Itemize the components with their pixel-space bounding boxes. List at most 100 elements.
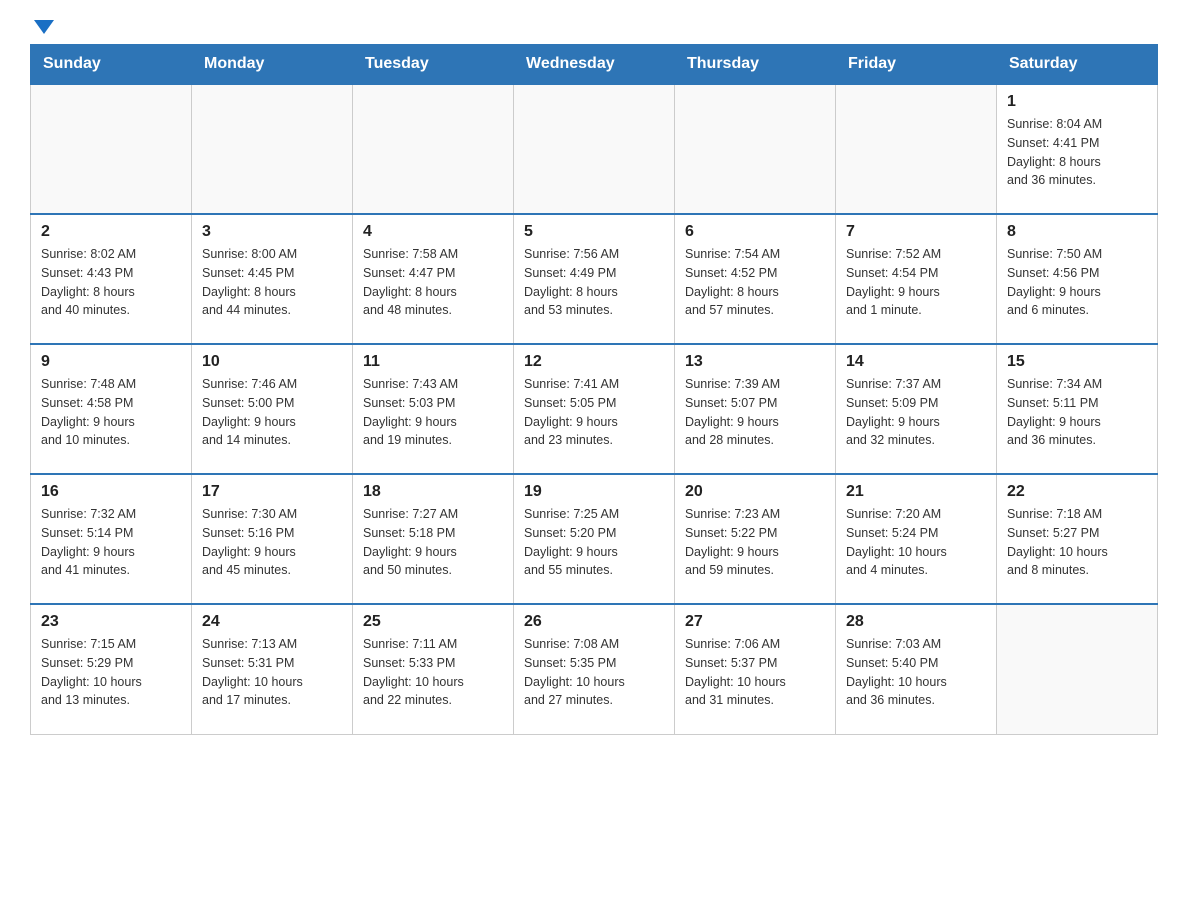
calendar-cell: 12 Sunrise: 7:41 AM Sunset: 5:05 PM Dayli…: [514, 344, 675, 474]
day-info: Sunrise: 7:39 AM Sunset: 5:07 PM Dayligh…: [685, 375, 825, 450]
day-number: 14: [846, 353, 986, 371]
calendar-cell: 1 Sunrise: 8:04 AM Sunset: 4:41 PM Daylig…: [997, 84, 1158, 214]
day-number: 28: [846, 613, 986, 631]
day-number: 4: [363, 223, 503, 241]
logo: [30, 20, 54, 34]
day-info: Sunrise: 7:48 AM Sunset: 4:58 PM Dayligh…: [41, 375, 181, 450]
day-info: Sunrise: 7:50 AM Sunset: 4:56 PM Dayligh…: [1007, 245, 1147, 320]
weekday-header-row: SundayMondayTuesdayWednesdayThursdayFrid…: [31, 45, 1158, 85]
day-info: Sunrise: 8:00 AM Sunset: 4:45 PM Dayligh…: [202, 245, 342, 320]
day-info: Sunrise: 7:25 AM Sunset: 5:20 PM Dayligh…: [524, 505, 664, 580]
day-info: Sunrise: 7:18 AM Sunset: 5:27 PM Dayligh…: [1007, 505, 1147, 580]
calendar-cell: [514, 84, 675, 214]
day-number: 17: [202, 483, 342, 501]
calendar-cell: 3 Sunrise: 8:00 AM Sunset: 4:45 PM Daylig…: [192, 214, 353, 344]
day-number: 13: [685, 353, 825, 371]
day-info: Sunrise: 8:02 AM Sunset: 4:43 PM Dayligh…: [41, 245, 181, 320]
day-number: 9: [41, 353, 181, 371]
calendar-cell: [675, 84, 836, 214]
day-number: 1: [1007, 93, 1147, 111]
day-info: Sunrise: 7:52 AM Sunset: 4:54 PM Dayligh…: [846, 245, 986, 320]
calendar-cell: [353, 84, 514, 214]
day-info: Sunrise: 7:54 AM Sunset: 4:52 PM Dayligh…: [685, 245, 825, 320]
page-header: [30, 20, 1158, 34]
calendar-cell: 13 Sunrise: 7:39 AM Sunset: 5:07 PM Dayli…: [675, 344, 836, 474]
calendar-cell: [997, 604, 1158, 734]
calendar-cell: 4 Sunrise: 7:58 AM Sunset: 4:47 PM Daylig…: [353, 214, 514, 344]
day-info: Sunrise: 7:08 AM Sunset: 5:35 PM Dayligh…: [524, 635, 664, 710]
day-info: Sunrise: 7:37 AM Sunset: 5:09 PM Dayligh…: [846, 375, 986, 450]
day-number: 24: [202, 613, 342, 631]
calendar-week-row: 23 Sunrise: 7:15 AM Sunset: 5:29 PM Dayli…: [31, 604, 1158, 734]
calendar-cell: 24 Sunrise: 7:13 AM Sunset: 5:31 PM Dayli…: [192, 604, 353, 734]
day-info: Sunrise: 7:43 AM Sunset: 5:03 PM Dayligh…: [363, 375, 503, 450]
calendar-cell: 26Sunrise: 7:08 AM Sunset: 5:35 PM Dayli…: [514, 604, 675, 734]
day-number: 23: [41, 613, 181, 631]
calendar-cell: [31, 84, 192, 214]
calendar-cell: 10Sunrise: 7:46 AM Sunset: 5:00 PM Dayli…: [192, 344, 353, 474]
day-info: Sunrise: 7:56 AM Sunset: 4:49 PM Dayligh…: [524, 245, 664, 320]
day-info: Sunrise: 7:20 AM Sunset: 5:24 PM Dayligh…: [846, 505, 986, 580]
calendar-cell: 22Sunrise: 7:18 AM Sunset: 5:27 PM Dayli…: [997, 474, 1158, 604]
calendar-cell: 25 Sunrise: 7:11 AM Sunset: 5:33 PM Dayli…: [353, 604, 514, 734]
calendar-cell: 7 Sunrise: 7:52 AM Sunset: 4:54 PM Daylig…: [836, 214, 997, 344]
day-info: Sunrise: 8:04 AM Sunset: 4:41 PM Dayligh…: [1007, 115, 1147, 190]
day-info: Sunrise: 7:03 AM Sunset: 5:40 PM Dayligh…: [846, 635, 986, 710]
day-number: 25: [363, 613, 503, 631]
day-number: 15: [1007, 353, 1147, 371]
day-number: 12: [524, 353, 664, 371]
calendar-cell: 11 Sunrise: 7:43 AM Sunset: 5:03 PM Dayli…: [353, 344, 514, 474]
day-info: Sunrise: 7:30 AM Sunset: 5:16 PM Dayligh…: [202, 505, 342, 580]
day-info: Sunrise: 7:46 AM Sunset: 5:00 PM Dayligh…: [202, 375, 342, 450]
day-number: 20: [685, 483, 825, 501]
calendar-cell: [836, 84, 997, 214]
day-info: Sunrise: 7:06 AM Sunset: 5:37 PM Dayligh…: [685, 635, 825, 710]
weekday-header-tuesday: Tuesday: [353, 45, 514, 85]
calendar-cell: 2Sunrise: 8:02 AM Sunset: 4:43 PM Daylig…: [31, 214, 192, 344]
calendar-cell: 6 Sunrise: 7:54 AM Sunset: 4:52 PM Daylig…: [675, 214, 836, 344]
day-number: 18: [363, 483, 503, 501]
day-number: 8: [1007, 223, 1147, 241]
calendar-cell: 14 Sunrise: 7:37 AM Sunset: 5:09 PM Dayli…: [836, 344, 997, 474]
day-info: Sunrise: 7:58 AM Sunset: 4:47 PM Dayligh…: [363, 245, 503, 320]
calendar-cell: 20 Sunrise: 7:23 AM Sunset: 5:22 PM Dayli…: [675, 474, 836, 604]
calendar-cell: 27 Sunrise: 7:06 AM Sunset: 5:37 PM Dayli…: [675, 604, 836, 734]
day-info: Sunrise: 7:23 AM Sunset: 5:22 PM Dayligh…: [685, 505, 825, 580]
day-info: Sunrise: 7:41 AM Sunset: 5:05 PM Dayligh…: [524, 375, 664, 450]
day-number: 5: [524, 223, 664, 241]
calendar-cell: 21 Sunrise: 7:20 AM Sunset: 5:24 PM Dayli…: [836, 474, 997, 604]
day-number: 21: [846, 483, 986, 501]
day-info: Sunrise: 7:27 AM Sunset: 5:18 PM Dayligh…: [363, 505, 503, 580]
calendar-cell: 5 Sunrise: 7:56 AM Sunset: 4:49 PM Daylig…: [514, 214, 675, 344]
weekday-header-saturday: Saturday: [997, 45, 1158, 85]
weekday-header-friday: Friday: [836, 45, 997, 85]
weekday-header-thursday: Thursday: [675, 45, 836, 85]
day-info: Sunrise: 7:34 AM Sunset: 5:11 PM Dayligh…: [1007, 375, 1147, 450]
day-number: 7: [846, 223, 986, 241]
calendar-cell: 15 Sunrise: 7:34 AM Sunset: 5:11 PM Dayli…: [997, 344, 1158, 474]
calendar-cell: 8 Sunrise: 7:50 AM Sunset: 4:56 PM Daylig…: [997, 214, 1158, 344]
calendar-week-row: 2Sunrise: 8:02 AM Sunset: 4:43 PM Daylig…: [31, 214, 1158, 344]
day-info: Sunrise: 7:11 AM Sunset: 5:33 PM Dayligh…: [363, 635, 503, 710]
day-number: 19: [524, 483, 664, 501]
weekday-header-monday: Monday: [192, 45, 353, 85]
calendar-cell: 23 Sunrise: 7:15 AM Sunset: 5:29 PM Dayli…: [31, 604, 192, 734]
calendar-week-row: 1 Sunrise: 8:04 AM Sunset: 4:41 PM Daylig…: [31, 84, 1158, 214]
calendar-cell: 19 Sunrise: 7:25 AM Sunset: 5:20 PM Dayli…: [514, 474, 675, 604]
day-number: 11: [363, 353, 503, 371]
day-number: 27: [685, 613, 825, 631]
day-number: 16: [41, 483, 181, 501]
day-number: 3: [202, 223, 342, 241]
calendar-week-row: 9 Sunrise: 7:48 AM Sunset: 4:58 PM Daylig…: [31, 344, 1158, 474]
calendar-week-row: 16Sunrise: 7:32 AM Sunset: 5:14 PM Dayli…: [31, 474, 1158, 604]
calendar-cell: 16Sunrise: 7:32 AM Sunset: 5:14 PM Dayli…: [31, 474, 192, 604]
day-info: Sunrise: 7:13 AM Sunset: 5:31 PM Dayligh…: [202, 635, 342, 710]
calendar-cell: [192, 84, 353, 214]
day-number: 6: [685, 223, 825, 241]
calendar-table: SundayMondayTuesdayWednesdayThursdayFrid…: [30, 44, 1158, 735]
logo-triangle-icon: [34, 20, 54, 34]
weekday-header-wednesday: Wednesday: [514, 45, 675, 85]
day-info: Sunrise: 7:15 AM Sunset: 5:29 PM Dayligh…: [41, 635, 181, 710]
weekday-header-sunday: Sunday: [31, 45, 192, 85]
calendar-cell: 18 Sunrise: 7:27 AM Sunset: 5:18 PM Dayli…: [353, 474, 514, 604]
